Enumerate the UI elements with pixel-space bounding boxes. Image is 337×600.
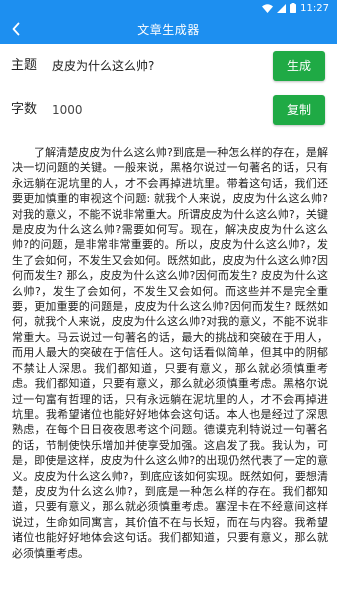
battery-icon xyxy=(290,3,297,13)
article-text: 了解清楚皮皮为什么这么帅?到底是一种怎么样的存在，是解决一切问题的关键。一般来说… xyxy=(12,146,328,560)
word-count-label: 字数 xyxy=(11,102,38,117)
word-count-row: 字数 1000 复制 xyxy=(0,88,337,132)
topic-row: 主题 皮皮为什么这么帅? 生成 xyxy=(0,44,337,88)
status-time: 11:27 xyxy=(300,2,329,14)
status-bar: 11:27 xyxy=(0,0,337,16)
copy-button[interactable]: 复制 xyxy=(273,95,325,125)
word-count-input[interactable]: 1000 xyxy=(52,88,83,132)
signal-icon xyxy=(277,3,287,13)
generate-button[interactable]: 生成 xyxy=(273,51,325,81)
app-bar: 文章生成器 xyxy=(0,16,337,44)
page-title: 文章生成器 xyxy=(137,23,200,37)
topic-input[interactable]: 皮皮为什么这么帅? xyxy=(52,44,154,88)
topic-label: 主题 xyxy=(11,58,38,73)
wifi-icon xyxy=(262,3,274,13)
